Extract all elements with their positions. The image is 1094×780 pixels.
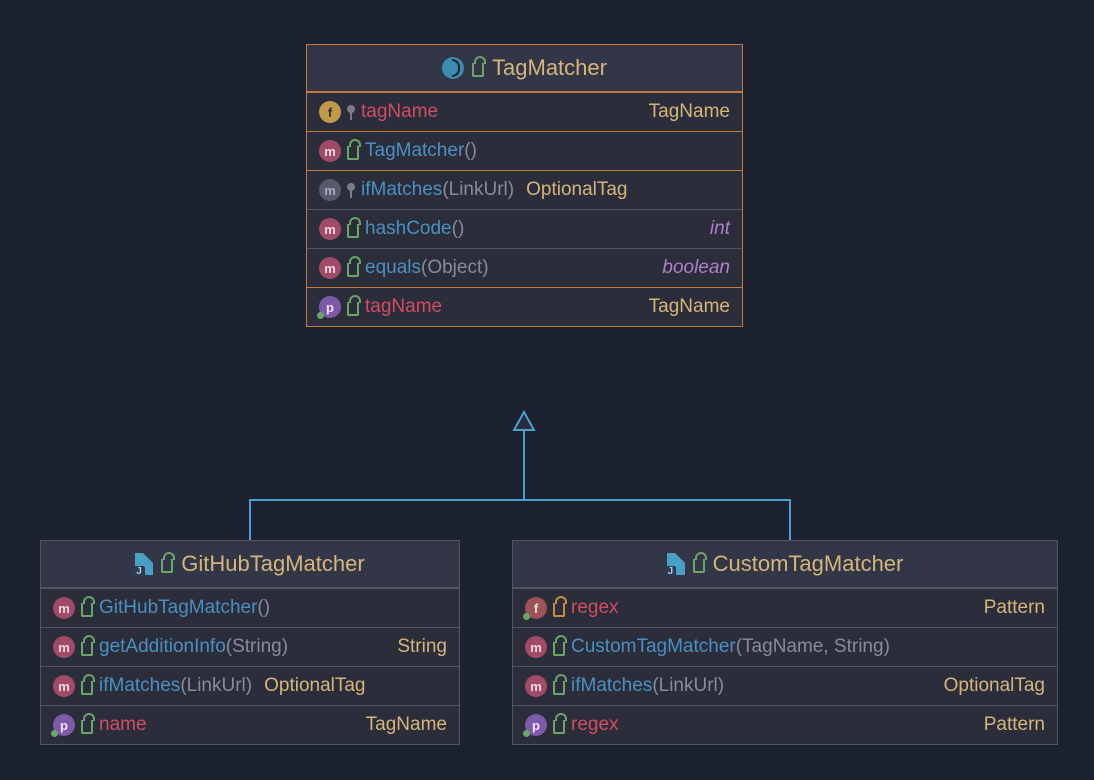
member-row: m TagMatcher() [307, 131, 742, 170]
member-params: () [257, 597, 270, 618]
member-row: p name TagName [41, 705, 459, 744]
class-title: GitHubTagMatcher [181, 551, 364, 577]
property-icon: p [319, 296, 341, 318]
class-title: CustomTagMatcher [713, 551, 904, 577]
method-icon: m [319, 218, 341, 240]
member-row: m ifMatches(LinkUrl) OptionalTag [41, 666, 459, 705]
pin-icon [347, 105, 355, 113]
member-row: m ifMatches(LinkUrl) OptionalTag [513, 666, 1057, 705]
lock-icon [472, 63, 484, 77]
member-params: (LinkUrl) [652, 675, 724, 696]
member-params: (Object) [421, 257, 489, 278]
lock-icon [81, 720, 93, 734]
uml-canvas: TagMatcher f tagName TagName m TagMatche… [0, 0, 1094, 780]
member-row: m ifMatches(LinkUrl) OptionalTag [307, 170, 742, 209]
member-name: equals [365, 257, 421, 278]
member-name: name [99, 714, 147, 736]
member-name: hashCode [365, 218, 452, 239]
lock-icon [553, 603, 565, 617]
field-icon: f [525, 597, 547, 619]
member-name: tagName [365, 296, 442, 318]
member-row: m CustomTagMatcher(TagName, String) [513, 627, 1057, 666]
lock-icon [347, 263, 359, 277]
method-icon: m [53, 636, 75, 658]
member-params: (LinkUrl) [180, 675, 252, 696]
lock-icon [347, 302, 359, 316]
member-name: TagMatcher [365, 140, 464, 161]
lock-icon [81, 681, 93, 695]
member-type: OptionalTag [526, 179, 627, 201]
field-icon: f [319, 101, 341, 123]
member-name: tagName [361, 101, 438, 123]
member-type: String [397, 636, 447, 658]
lock-icon [347, 224, 359, 238]
class-githubtagmatcher: GitHubTagMatcher m GitHubTagMatcher() m … [40, 540, 460, 745]
method-icon: m [525, 636, 547, 658]
class-title: TagMatcher [492, 55, 607, 81]
lock-icon [347, 146, 359, 160]
member-name: ifMatches [99, 675, 180, 696]
member-name: regex [571, 597, 619, 619]
member-type: Pattern [984, 597, 1045, 619]
member-type: int [710, 218, 730, 240]
property-icon: p [53, 714, 75, 736]
class-customtagmatcher: CustomTagMatcher f regex Pattern m Custo… [512, 540, 1058, 745]
pin-icon [347, 183, 355, 191]
lock-icon [81, 642, 93, 656]
member-name: regex [571, 714, 619, 736]
member-row: m equals(Object) boolean [307, 248, 742, 287]
member-type: TagName [649, 296, 730, 318]
member-type: boolean [662, 257, 730, 279]
member-row: f tagName TagName [307, 92, 742, 131]
member-params: (String) [226, 636, 288, 657]
member-name: getAdditionInfo [99, 636, 226, 657]
member-params: (TagName, String) [736, 636, 890, 657]
method-icon: m [319, 140, 341, 162]
method-icon: m [319, 179, 341, 201]
member-name: GitHubTagMatcher [99, 597, 257, 618]
member-type: TagName [366, 714, 447, 736]
java-file-icon [135, 553, 153, 575]
member-type: OptionalTag [264, 675, 365, 697]
class-icon [442, 57, 464, 79]
lock-icon [553, 681, 565, 695]
lock-icon [693, 559, 705, 573]
property-icon: p [525, 714, 547, 736]
member-row: m getAdditionInfo(String) String [41, 627, 459, 666]
member-name: ifMatches [571, 675, 652, 696]
member-row: m GitHubTagMatcher() [41, 588, 459, 627]
java-file-icon [667, 553, 685, 575]
member-row: m hashCode() int [307, 209, 742, 248]
class-tagmatcher: TagMatcher f tagName TagName m TagMatche… [306, 44, 743, 327]
method-icon: m [525, 675, 547, 697]
member-name: CustomTagMatcher [571, 636, 736, 657]
member-params: () [464, 140, 477, 161]
member-row: f regex Pattern [513, 588, 1057, 627]
lock-icon [553, 720, 565, 734]
method-icon: m [53, 597, 75, 619]
member-row: p tagName TagName [307, 287, 742, 326]
member-type: TagName [649, 101, 730, 123]
method-icon: m [53, 675, 75, 697]
member-params: (LinkUrl) [442, 179, 514, 200]
member-name: ifMatches [361, 179, 442, 200]
member-type: Pattern [984, 714, 1045, 736]
member-type: OptionalTag [944, 675, 1045, 697]
class-header: CustomTagMatcher [513, 541, 1057, 588]
lock-icon [81, 603, 93, 617]
member-params: () [452, 218, 465, 239]
class-header: TagMatcher [307, 45, 742, 92]
member-row: p regex Pattern [513, 705, 1057, 744]
lock-icon [161, 559, 173, 573]
method-icon: m [319, 257, 341, 279]
lock-icon [553, 642, 565, 656]
class-header: GitHubTagMatcher [41, 541, 459, 588]
